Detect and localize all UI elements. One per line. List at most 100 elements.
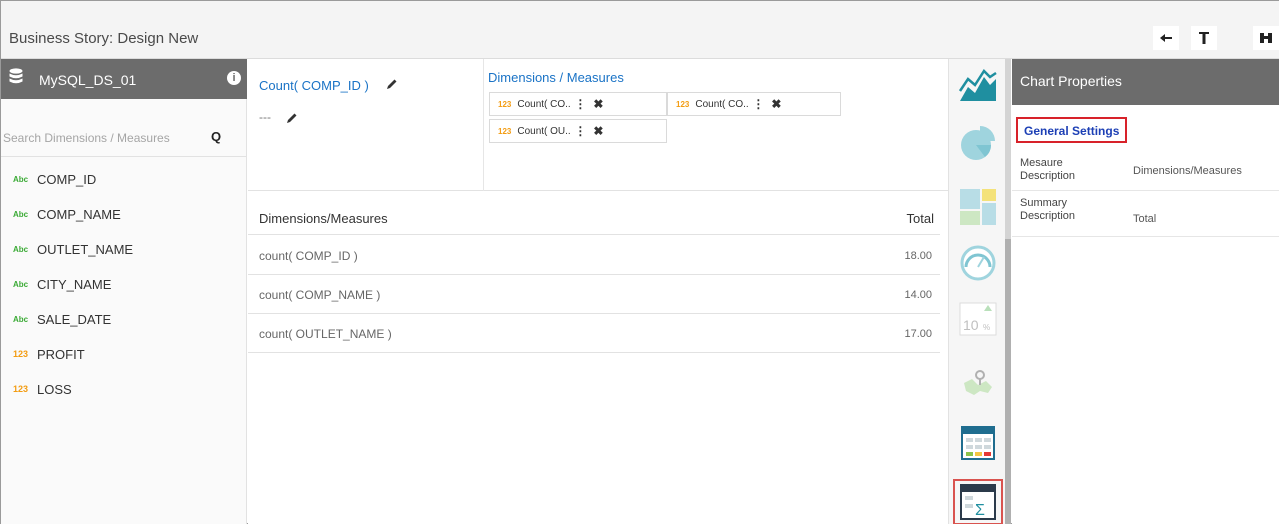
- general-settings-tab[interactable]: General Settings: [1016, 117, 1128, 143]
- property-measure-description[interactable]: Mesaure Description Dimensions/Measures: [1012, 151, 1279, 191]
- measure-slot-label[interactable]: Count( COMP_ID ): [259, 78, 369, 93]
- pencil-icon[interactable]: [286, 112, 298, 124]
- number-type-icon: 123: [13, 384, 29, 394]
- row-label: count( COMP_NAME ): [259, 288, 381, 302]
- more-options-icon[interactable]: ⋮: [751, 97, 765, 111]
- binoculars-icon: [1260, 33, 1272, 43]
- dimensions-measures-title: Dimensions / Measures: [488, 70, 624, 85]
- property-value[interactable]: Total: [1133, 213, 1156, 225]
- chart-type-map[interactable]: [953, 359, 1003, 407]
- more-options-icon[interactable]: ⋮: [573, 97, 587, 111]
- table-header: Dimensions/Measures Total: [248, 199, 940, 235]
- row-total: 14.00: [904, 289, 932, 301]
- field-outlet-name[interactable]: Abc OUTLET_NAME: [13, 239, 133, 259]
- field-label: PROFIT: [37, 346, 85, 362]
- arrow-left-icon: [1160, 34, 1172, 42]
- more-options-icon[interactable]: ⋮: [573, 124, 587, 138]
- chip-label: Count( CO..: [517, 98, 571, 110]
- chart-type-summary[interactable]: Σ: [953, 479, 1003, 524]
- svg-text:%: %: [983, 323, 990, 332]
- measure-chip[interactable]: 123 Count( CO.. ⋮ ✖: [667, 92, 841, 116]
- close-icon[interactable]: ✖: [587, 124, 609, 138]
- row-total: 18.00: [904, 250, 932, 262]
- text-type-icon: Abc: [13, 279, 29, 289]
- field-label: LOSS: [37, 381, 72, 397]
- close-icon[interactable]: ✖: [587, 97, 609, 111]
- pencil-icon[interactable]: [386, 78, 398, 90]
- area-chart-icon: [958, 69, 997, 101]
- chart-type-gauge[interactable]: [953, 239, 1003, 287]
- chart-type-pie[interactable]: [953, 119, 1003, 167]
- number-type-icon: 123: [498, 126, 512, 136]
- chart-type-area[interactable]: [953, 63, 1003, 111]
- property-key: Summary Description: [1020, 197, 1076, 222]
- field-label: CITY_NAME: [37, 276, 112, 292]
- field-comp-name[interactable]: Abc COMP_NAME: [13, 204, 121, 224]
- field-label: COMP_ID: [37, 171, 97, 187]
- close-icon[interactable]: ✖: [765, 97, 787, 111]
- design-area: Count( COMP_ID ) --- Dimensions / Measur…: [248, 59, 948, 524]
- number-type-icon: 123: [676, 99, 690, 109]
- filter-button[interactable]: [1191, 26, 1217, 50]
- app-window: Business Story: Design New MySQL_DS_01 i…: [0, 0, 1279, 524]
- pie-chart-icon: [961, 126, 995, 160]
- search-box: Q: [1, 119, 247, 157]
- table-icon: [961, 426, 995, 460]
- property-summary-description[interactable]: Summary Description Total: [1012, 191, 1279, 237]
- chart-type-treemap[interactable]: [953, 183, 1003, 231]
- text-type-icon: Abc: [13, 244, 29, 254]
- chart-type-table[interactable]: [953, 419, 1003, 467]
- datasource-name: MySQL_DS_01: [39, 72, 137, 88]
- field-sale-date[interactable]: Abc SALE_DATE: [13, 309, 111, 329]
- field-label: SALE_DATE: [37, 311, 112, 327]
- search-icon[interactable]: Q: [211, 129, 221, 144]
- gauge-icon: [960, 245, 996, 281]
- top-bar: Business Story: Design New: [1, 1, 1279, 59]
- table-row: count( COMP_ID ) 18.00: [248, 236, 940, 275]
- column-header: Total: [906, 211, 934, 226]
- page-title: Business Story: Design New: [9, 30, 199, 47]
- search-input[interactable]: [3, 129, 211, 147]
- svg-text:Σ: Σ: [975, 502, 985, 519]
- field-city-name[interactable]: Abc CITY_NAME: [13, 274, 111, 294]
- chart-properties-title: Chart Properties: [1012, 59, 1279, 105]
- text-type-icon: Abc: [13, 314, 29, 324]
- column-header: Dimensions/Measures: [259, 211, 388, 226]
- datasource-panel: MySQL_DS_01 i Q AbcCOMP_ID AbcCOMP_NAME …: [1, 59, 247, 524]
- text-type-icon: Abc: [13, 174, 29, 184]
- row-label: count( OUTLET_NAME ): [259, 327, 392, 341]
- row-label: count( COMP_ID ): [259, 249, 358, 263]
- chip-label: Count( CO..: [695, 98, 749, 110]
- field-profit[interactable]: 123 PROFIT: [13, 344, 85, 364]
- scrollbar-thumb[interactable]: [1005, 239, 1011, 524]
- chart-properties-panel: Chart Properties General Settings Mesaur…: [1012, 59, 1279, 524]
- kpi-icon: 10 %: [959, 302, 997, 336]
- database-icon: [9, 68, 23, 84]
- field-loss[interactable]: 123 LOSS: [13, 379, 72, 399]
- summary-table-icon: Σ: [960, 484, 996, 520]
- text-type-icon: Abc: [13, 209, 29, 219]
- measure-chip[interactable]: 123 Count( OU.. ⋮ ✖: [489, 119, 667, 143]
- field-label: COMP_NAME: [37, 206, 121, 222]
- empty-slot-label[interactable]: ---: [259, 110, 271, 124]
- property-value[interactable]: Dimensions/Measures: [1133, 165, 1242, 177]
- info-icon[interactable]: i: [227, 71, 241, 85]
- svg-text:10: 10: [963, 317, 979, 333]
- row-total: 17.00: [904, 328, 932, 340]
- table-row: count( OUTLET_NAME ) 17.00: [248, 314, 940, 353]
- field-comp-id[interactable]: Abc COMP_ID: [13, 169, 96, 189]
- measure-chip[interactable]: 123 Count( CO.. ⋮ ✖: [489, 92, 667, 116]
- property-key: Mesaure Description: [1020, 157, 1076, 182]
- datasource-header[interactable]: MySQL_DS_01 i: [1, 59, 247, 99]
- map-icon: [964, 370, 992, 395]
- chart-type-kpi[interactable]: 10 %: [953, 295, 1003, 343]
- chart-panel-scrollbar[interactable]: [1005, 59, 1011, 524]
- field-label: OUTLET_NAME: [37, 241, 134, 257]
- chip-label: Count( OU..: [517, 125, 571, 137]
- chart-config: Count( COMP_ID ) --- Dimensions / Measur…: [248, 59, 948, 191]
- chart-type-panel: 10 % Σ: [948, 59, 1011, 524]
- number-type-icon: 123: [498, 99, 512, 109]
- measure-slot-column: Count( COMP_ID ) ---: [248, 59, 484, 191]
- binoculars-button[interactable]: [1253, 26, 1279, 50]
- back-button[interactable]: [1153, 26, 1179, 50]
